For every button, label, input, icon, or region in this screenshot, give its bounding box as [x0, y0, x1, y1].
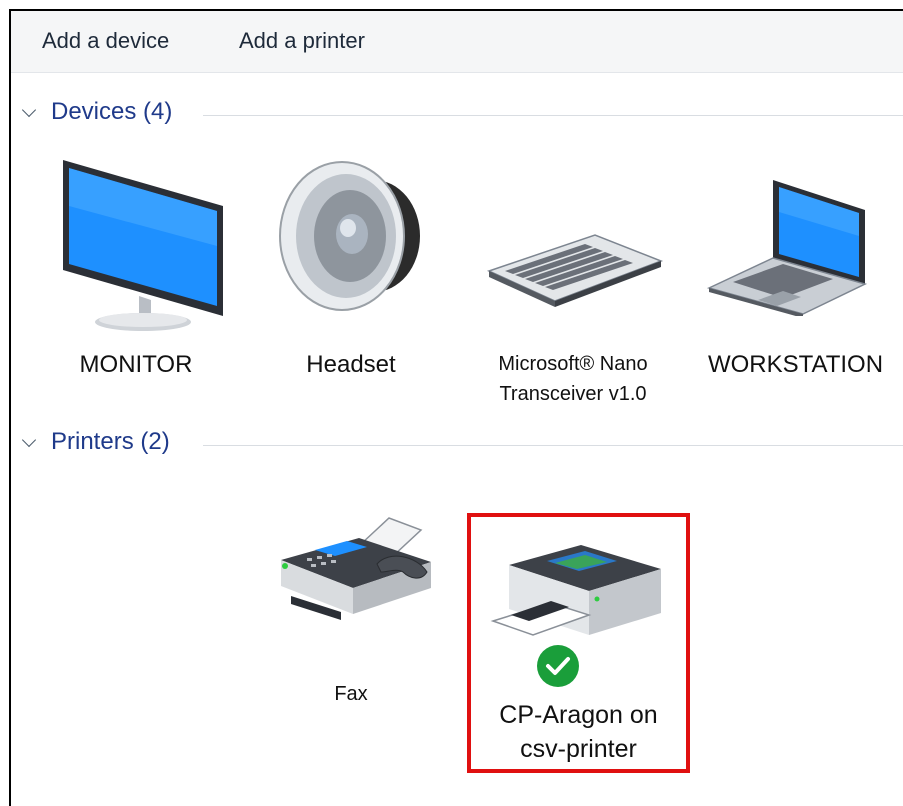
laptop-icon	[706, 180, 868, 316]
device-tile-workstation[interactable]: WORKSTATION	[693, 151, 893, 391]
printer-tile-fax[interactable]: Fax	[266, 511, 446, 721]
device-label: WORKSTATION	[707, 351, 884, 378]
device-tile-headset[interactable]: Headset	[266, 151, 436, 391]
printers-group-title: Printers (2)	[51, 428, 170, 455]
device-tile-nano-transceiver[interactable]: Microsoft® Nano Transceiver v1.0	[473, 151, 673, 405]
printer-tile-cp-aragon[interactable]: CP-Aragon on csv-printer	[471, 517, 686, 767]
devices-and-printers-window: Add a device Add a printer Devices (4) M…	[9, 9, 903, 806]
group-divider	[203, 115, 903, 116]
device-label-line1: Microsoft® Nano	[498, 353, 648, 375]
device-label: MONITOR	[79, 351, 193, 378]
chevron-down-icon[interactable]	[21, 432, 37, 448]
add-device-button[interactable]: Add a device	[42, 28, 169, 54]
speaker-icon	[279, 161, 420, 311]
printer-icon	[490, 545, 661, 636]
devices-group-title: Devices (4)	[51, 98, 173, 125]
device-label-line2: Transceiver v1.0	[499, 383, 647, 405]
device-label: Headset	[306, 351, 396, 378]
default-printer-check-icon	[537, 645, 579, 687]
printers-group-header[interactable]: Printers (2)	[11, 423, 903, 463]
add-printer-button[interactable]: Add a printer	[239, 28, 365, 54]
device-tile-monitor[interactable]: MONITOR	[41, 151, 231, 391]
printer-label-line1: CP-Aragon on	[499, 701, 658, 729]
keyboard-icon	[486, 234, 664, 307]
monitor-icon	[63, 160, 223, 331]
chevron-down-icon[interactable]	[21, 102, 37, 118]
fax-icon	[281, 517, 431, 620]
printer-label-line2: csv-printer	[520, 735, 637, 763]
command-bar: Add a device Add a printer	[11, 11, 903, 73]
devices-group-header[interactable]: Devices (4)	[11, 93, 903, 133]
group-divider	[203, 445, 903, 446]
printer-label: Fax	[334, 683, 368, 705]
